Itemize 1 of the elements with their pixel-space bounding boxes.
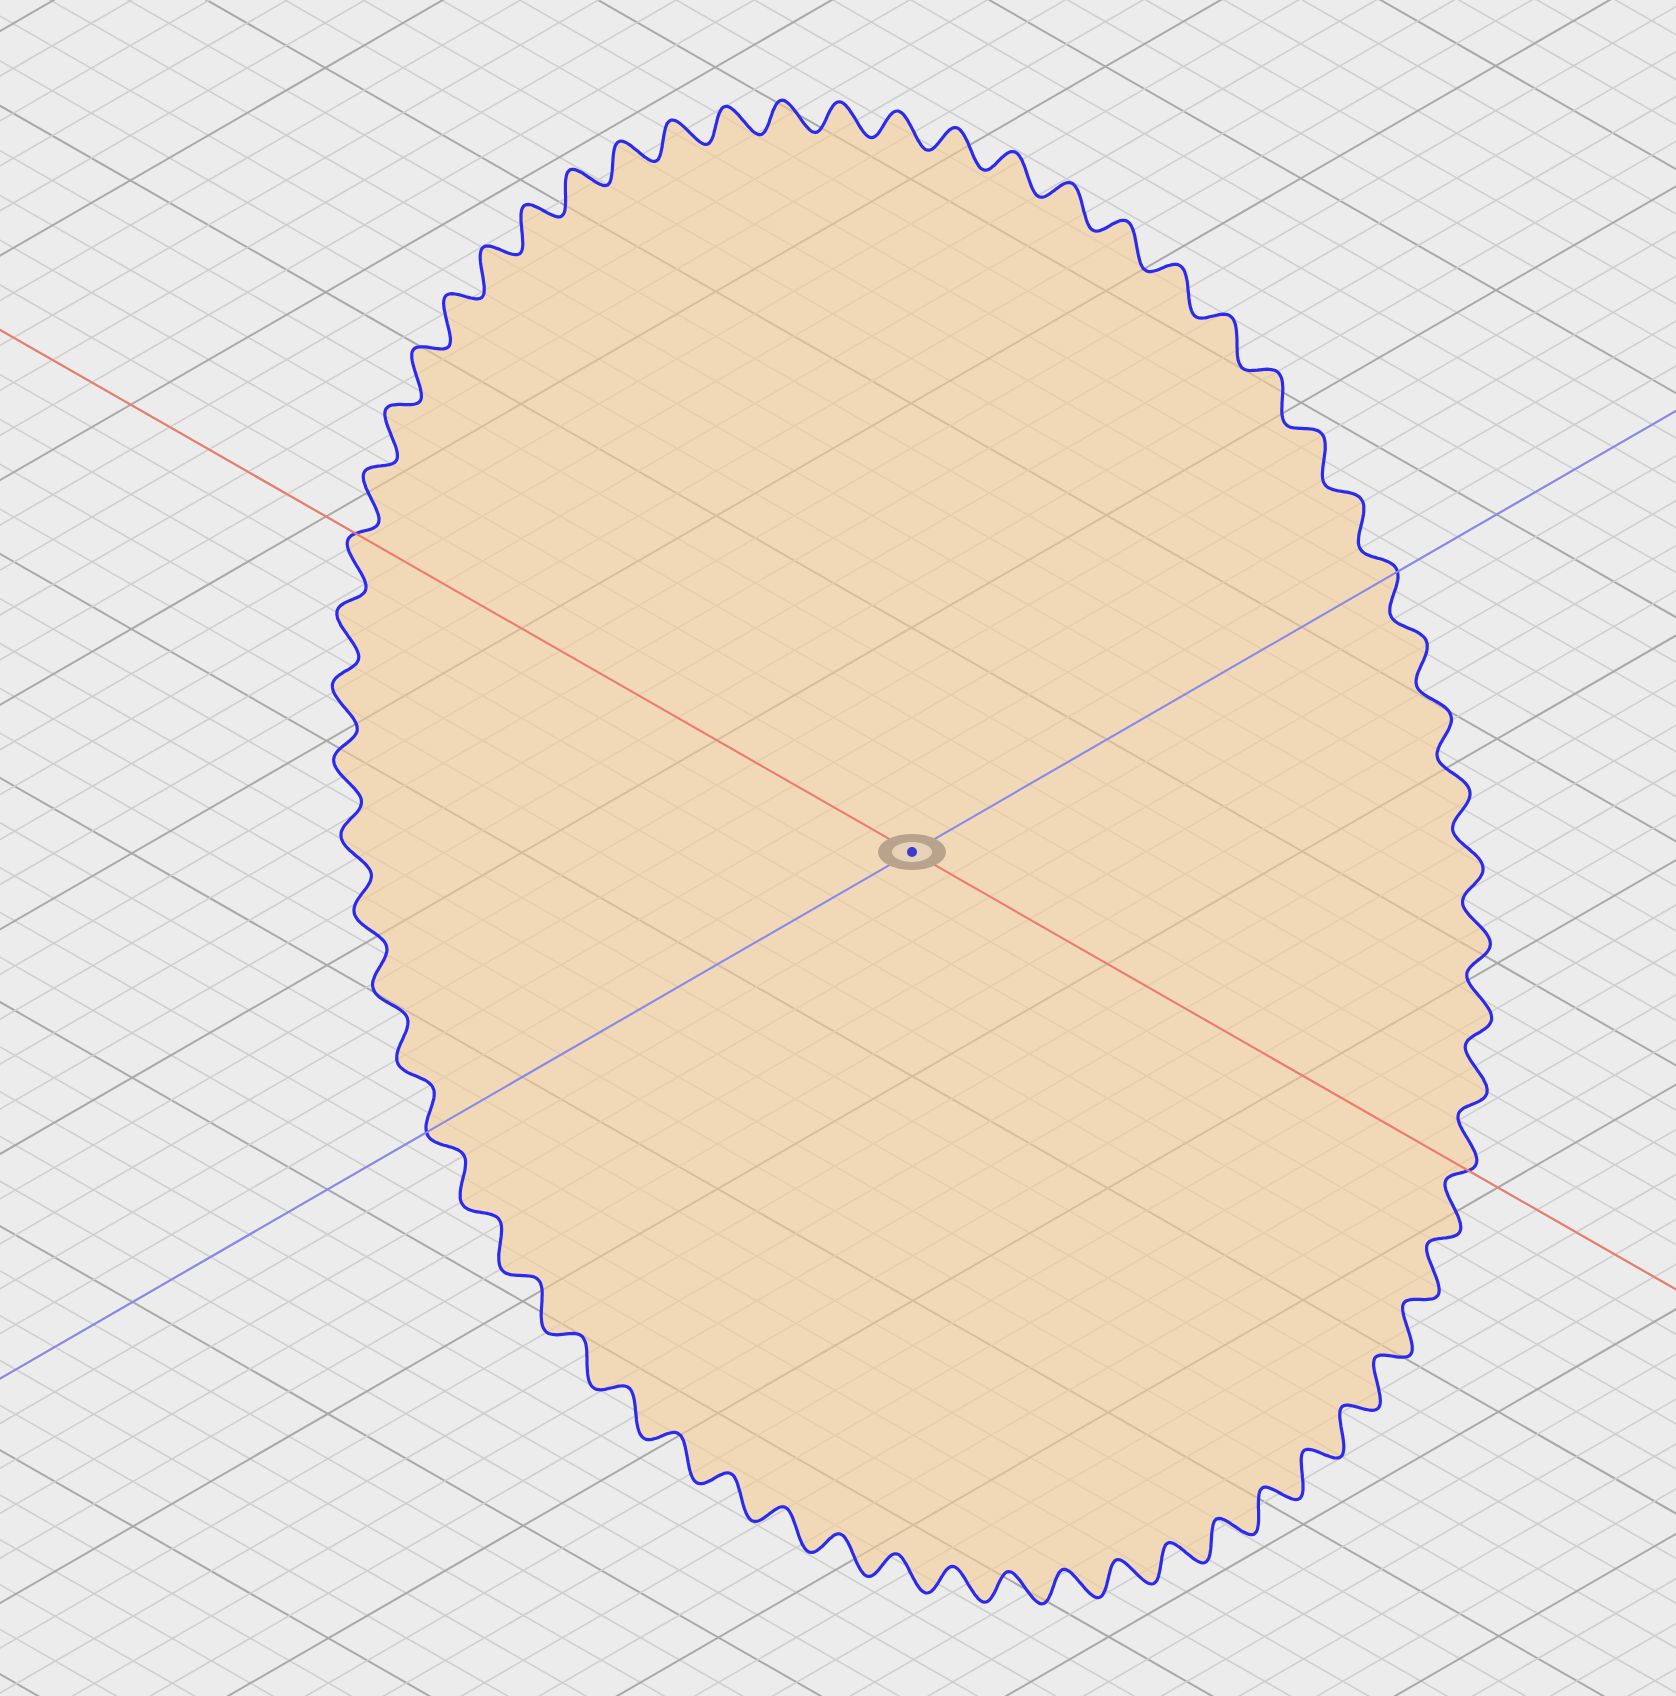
origin-point-icon[interactable] xyxy=(878,834,946,870)
